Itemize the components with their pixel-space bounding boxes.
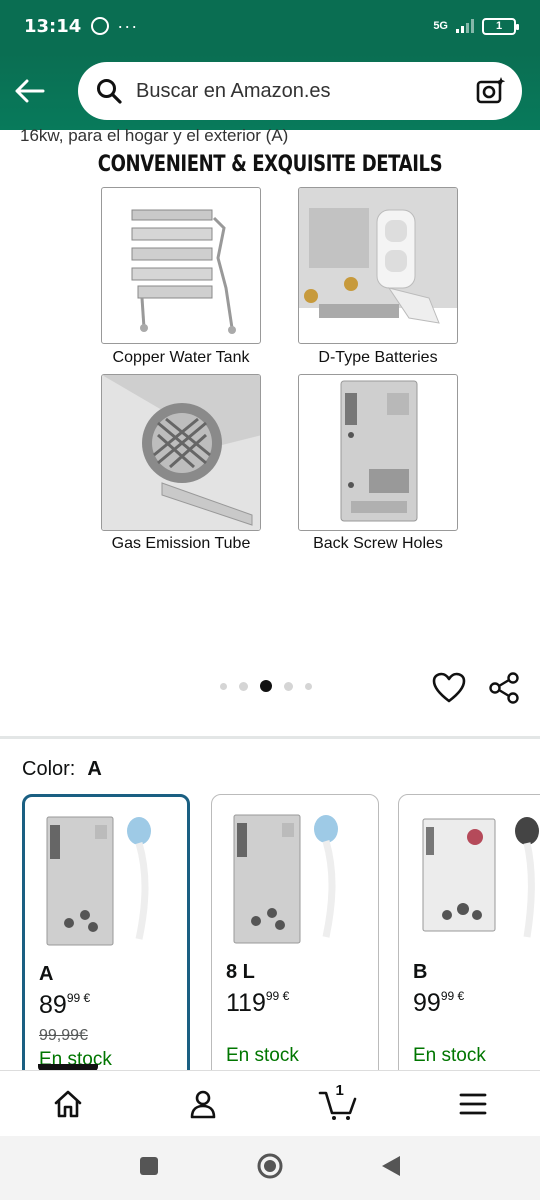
share-icon[interactable] [488, 672, 520, 709]
variant-image [233, 814, 338, 944]
variant-stock: En stock [413, 1045, 486, 1066]
page-dot[interactable] [305, 682, 312, 690]
cart-icon[interactable]: 1 [308, 1074, 368, 1134]
price-currency: € [282, 989, 290, 1003]
detail-caption-4: Back Screw Holes [313, 535, 443, 552]
camera-search-icon[interactable] [474, 74, 508, 108]
page-dot-active[interactable] [260, 680, 272, 692]
variant-price: 11999 € [226, 989, 289, 1018]
heart-icon[interactable] [432, 672, 466, 709]
recents-icon[interactable] [138, 1155, 160, 1182]
detail-caption-3: Gas Emission Tube [111, 535, 251, 552]
page-dot[interactable] [239, 681, 248, 691]
variant-name: 8 L [226, 961, 255, 983]
back-screw-holes-image [298, 374, 458, 531]
variant-price: 9999 € [413, 989, 464, 1018]
more-notifications-icon: ··· [117, 15, 139, 36]
signal-icon [456, 19, 474, 33]
page-dot[interactable] [220, 682, 227, 690]
search-icon [94, 76, 124, 106]
search-header: Buscar en Amazon.es [0, 52, 540, 130]
price-whole: 89 [39, 991, 67, 1019]
variant-image [422, 817, 539, 938]
detail-caption-2: D-Type Batteries [318, 349, 438, 366]
variant-price: 8999 € [39, 991, 90, 1020]
color-label-text: Color: [22, 758, 76, 780]
page-dot[interactable] [284, 681, 293, 691]
price-fraction: 99 [66, 991, 81, 1005]
menu-icon[interactable] [443, 1074, 503, 1134]
price-currency: € [457, 989, 465, 1003]
section-divider [0, 736, 540, 739]
color-option-a[interactable]: A 8999 € 99,99€ En stock [22, 794, 190, 1094]
variant-name: A [39, 963, 54, 985]
system-navigation [0, 1136, 540, 1200]
copper-water-tank-image [101, 187, 261, 344]
price-whole: 119 [226, 989, 266, 1017]
search-input[interactable]: Buscar en Amazon.es [78, 62, 522, 120]
color-option-8l[interactable]: 8 L 11999 € En stock [211, 794, 379, 1094]
price-fraction: 99 [265, 989, 280, 1003]
gas-emission-tube-image [101, 374, 261, 531]
whatsapp-icon [91, 17, 110, 35]
status-time: 13:14 [24, 15, 82, 37]
account-icon[interactable] [173, 1074, 233, 1134]
variant-image [46, 816, 151, 946]
network-label: 5G [433, 20, 448, 32]
variant-old-price: 99,99€ [39, 1027, 88, 1044]
gallery-pagination [220, 680, 312, 692]
back-triangle-icon[interactable] [380, 1154, 402, 1183]
color-label: Color: A [22, 758, 102, 781]
price-whole: 99 [413, 989, 441, 1017]
battery-icon: 1 [482, 17, 519, 35]
status-bar: 13:14 ··· 5G 1 [0, 0, 540, 52]
cart-count: 1 [335, 1081, 344, 1099]
color-option-b[interactable]: B 9999 € En stock [398, 794, 540, 1094]
variant-name: B [413, 961, 428, 983]
bottom-navigation: 1 [0, 1070, 540, 1136]
home-icon[interactable] [38, 1074, 98, 1134]
selected-color: A [87, 758, 102, 780]
product-title: 16kw, para el hogar y el exterior (A) [20, 126, 289, 145]
variant-stock: En stock [226, 1045, 299, 1066]
home-circle-icon[interactable] [256, 1152, 284, 1185]
detail-caption-1: Copper Water Tank [112, 349, 250, 366]
d-type-batteries-image [298, 187, 458, 344]
price-currency: € [83, 991, 91, 1005]
back-arrow-icon[interactable] [0, 61, 60, 121]
search-placeholder: Buscar en Amazon.es [136, 79, 331, 102]
price-fraction: 99 [440, 989, 455, 1003]
gallery-banner-title: CONVENIENT & EXQUISITE DETAILS [97, 152, 443, 177]
